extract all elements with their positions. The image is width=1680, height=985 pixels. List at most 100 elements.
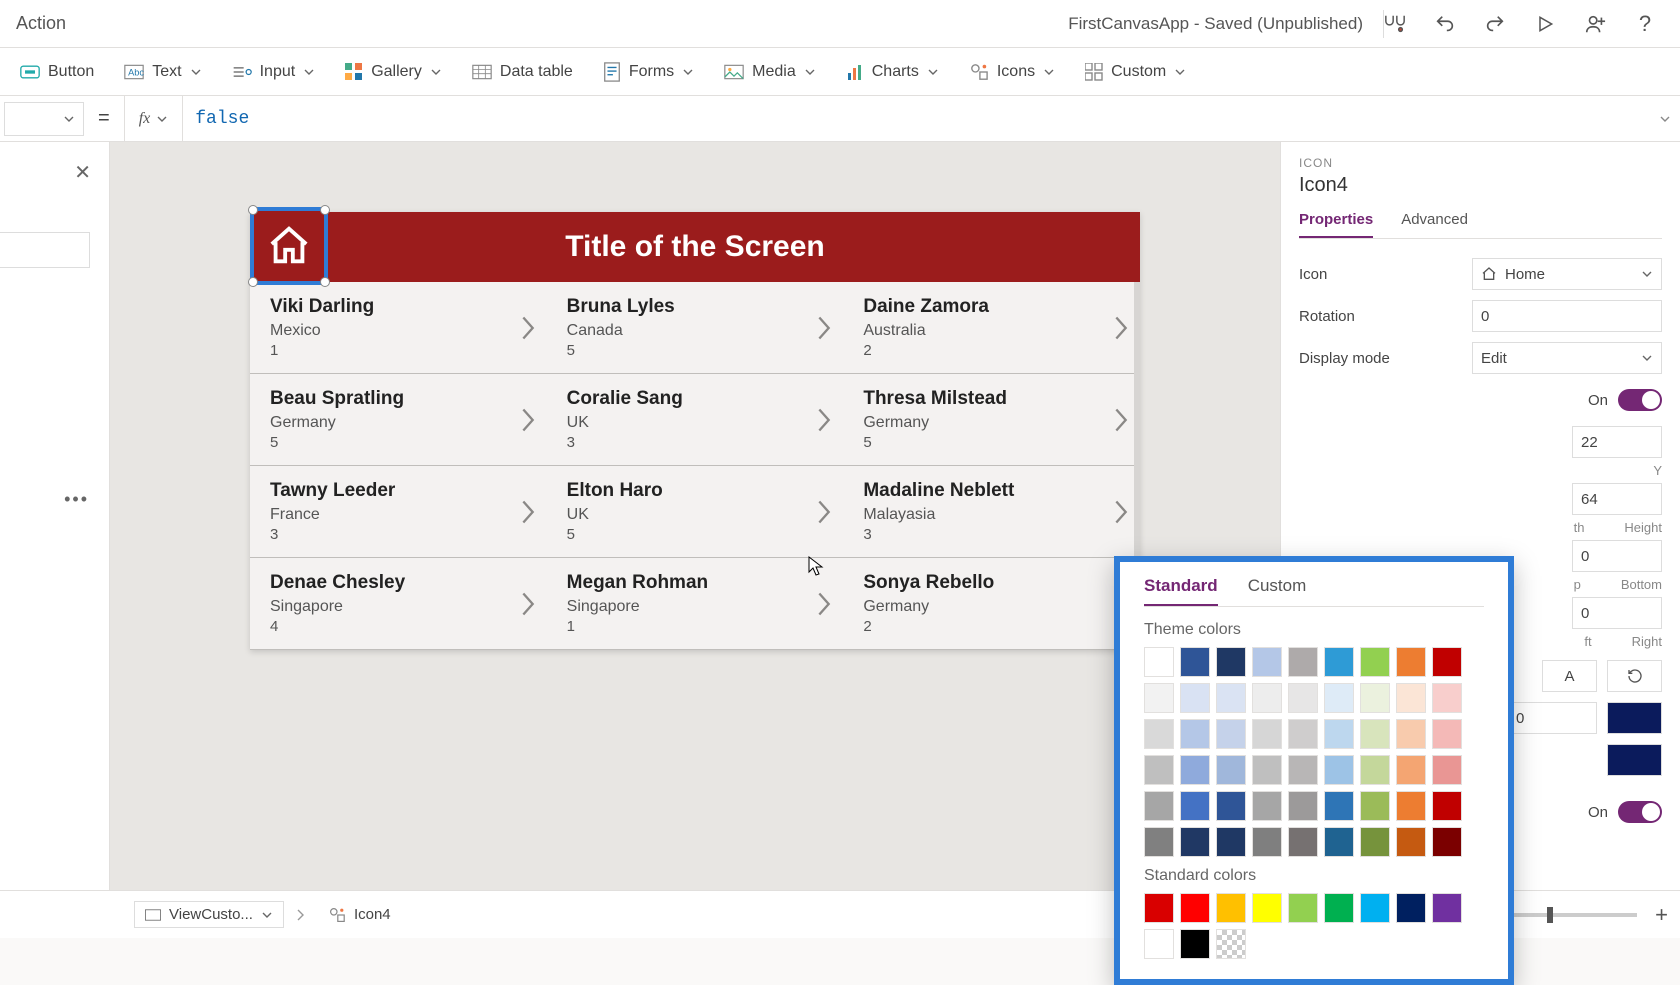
color-swatch[interactable] <box>1288 755 1318 785</box>
chevron-right-icon[interactable] <box>815 314 833 342</box>
tree-search-input[interactable] <box>0 232 90 268</box>
rotation-input[interactable]: 0 <box>1472 300 1662 332</box>
formula-input[interactable]: false <box>183 96 1650 141</box>
padding-left-input[interactable]: 0 <box>1572 597 1662 629</box>
color-swatch[interactable] <box>1360 827 1390 857</box>
color-swatch[interactable] <box>1288 893 1318 923</box>
visible-toggle[interactable] <box>1618 389 1662 411</box>
gallery-item[interactable]: Elton Haro UK 5 <box>547 466 844 557</box>
zoom-in-icon[interactable]: + <box>1655 902 1668 928</box>
insert-input[interactable]: Input <box>220 57 328 87</box>
color-swatch[interactable] <box>1252 893 1282 923</box>
color-swatch[interactable] <box>1288 827 1318 857</box>
color-swatch[interactable] <box>1432 683 1462 713</box>
color-swatch[interactable] <box>1180 893 1210 923</box>
insert-custom[interactable]: Custom <box>1073 57 1198 87</box>
insert-button[interactable]: Button <box>8 57 106 87</box>
gallery-item[interactable]: Megan Rohman Singapore 1 <box>547 558 844 649</box>
color-swatch[interactable] <box>1180 719 1210 749</box>
help-icon[interactable]: ? <box>1634 13 1656 35</box>
gallery-item[interactable]: Coralie Sang UK 3 <box>547 374 844 465</box>
color-swatch[interactable] <box>1288 791 1318 821</box>
breadcrumb-control[interactable]: Icon4 <box>318 902 401 927</box>
breadcrumb-screen[interactable]: ViewCusto... <box>134 901 284 928</box>
color-swatch[interactable] <box>1216 755 1246 785</box>
color-swatch[interactable] <box>1144 929 1174 959</box>
color-swatch[interactable] <box>1144 827 1174 857</box>
color-swatch[interactable] <box>1180 929 1210 959</box>
color-swatch[interactable] <box>1432 755 1462 785</box>
selected-home-icon[interactable] <box>250 207 328 285</box>
chevron-right-icon[interactable] <box>519 406 537 434</box>
color-swatch[interactable] <box>1216 719 1246 749</box>
color-swatch[interactable] <box>1360 755 1390 785</box>
chevron-right-icon[interactable] <box>815 590 833 618</box>
gallery-item[interactable]: Thresa Milstead Germany 5 <box>843 374 1140 465</box>
displaymode-select[interactable]: Edit <box>1472 342 1662 374</box>
insert-media[interactable]: Media <box>712 57 828 87</box>
expand-formula-icon[interactable] <box>1650 113 1680 125</box>
color-swatch[interactable] <box>1432 893 1462 923</box>
color-swatch[interactable] <box>1396 647 1426 677</box>
color-swatch[interactable] <box>1216 683 1246 713</box>
chevron-right-icon[interactable] <box>519 498 537 526</box>
color-swatch[interactable] <box>1324 791 1354 821</box>
color-swatch[interactable] <box>1360 719 1390 749</box>
insert-icons[interactable]: Icons <box>957 57 1067 87</box>
focus-toggle[interactable] <box>1618 801 1662 823</box>
gallery-item[interactable]: Denae Chesley Singapore 4 <box>250 558 547 649</box>
insert-text[interactable]: Abc Text <box>112 57 213 87</box>
gallery-item[interactable]: Daine Zamora Australia 2 <box>843 282 1140 373</box>
close-icon[interactable]: ✕ <box>74 160 91 185</box>
color-swatch[interactable] <box>1180 827 1210 857</box>
chevron-right-icon[interactable] <box>815 498 833 526</box>
border-input[interactable]: 0 <box>1507 702 1597 734</box>
color-swatch[interactable] <box>1216 893 1246 923</box>
color-swatch[interactable] <box>1396 755 1426 785</box>
color-swatch[interactable] <box>1324 647 1354 677</box>
color-swatch[interactable] <box>1180 755 1210 785</box>
color-swatch[interactable] <box>1360 647 1390 677</box>
color-swatch[interactable] <box>1396 719 1426 749</box>
font-reset-button[interactable] <box>1607 660 1662 692</box>
color-swatch[interactable] <box>1432 827 1462 857</box>
y-input[interactable]: 64 <box>1572 483 1662 515</box>
insert-forms[interactable]: Forms <box>591 56 706 88</box>
gallery-item[interactable]: Beau Spratling Germany 5 <box>250 374 547 465</box>
gallery-item[interactable]: Bruna Lyles Canada 5 <box>547 282 844 373</box>
icon-property-select[interactable]: Home <box>1472 258 1662 290</box>
color-swatch[interactable] <box>1324 893 1354 923</box>
color-swatch[interactable] <box>1252 683 1282 713</box>
color-swatch[interactable] <box>1288 647 1318 677</box>
tab-advanced[interactable]: Advanced <box>1401 211 1468 238</box>
color-swatch[interactable] <box>1144 791 1174 821</box>
color-swatch[interactable] <box>1324 683 1354 713</box>
color-swatch[interactable] <box>1324 719 1354 749</box>
chevron-right-icon[interactable] <box>519 590 537 618</box>
gallery-item[interactable]: Viki Darling Mexico 1 <box>250 282 547 373</box>
fx-button[interactable]: fx <box>124 96 184 141</box>
color-swatch[interactable] <box>1360 893 1390 923</box>
color-swatch[interactable] <box>1252 755 1282 785</box>
chevron-right-icon[interactable] <box>815 406 833 434</box>
chevron-right-icon[interactable] <box>1112 314 1130 342</box>
color-swatch[interactable] <box>1252 647 1282 677</box>
color-swatch[interactable] <box>1288 683 1318 713</box>
color-swatch[interactable] <box>1396 893 1426 923</box>
color-swatch[interactable] <box>1360 791 1390 821</box>
color-swatch-1[interactable] <box>1607 702 1662 734</box>
x-input[interactable]: 22 <box>1572 426 1662 458</box>
color-swatch[interactable] <box>1252 719 1282 749</box>
share-icon[interactable] <box>1584 13 1606 35</box>
color-swatch[interactable] <box>1216 827 1246 857</box>
color-swatch[interactable] <box>1396 827 1426 857</box>
chevron-right-icon[interactable] <box>1112 406 1130 434</box>
color-swatch[interactable] <box>1216 929 1246 959</box>
color-swatch[interactable] <box>1180 647 1210 677</box>
color-swatch[interactable] <box>1288 719 1318 749</box>
property-selector[interactable] <box>4 102 84 136</box>
redo-icon[interactable] <box>1484 13 1506 35</box>
color-tab-custom[interactable]: Custom <box>1248 576 1307 606</box>
color-swatch[interactable] <box>1216 647 1246 677</box>
insert-charts[interactable]: Charts <box>834 57 951 87</box>
